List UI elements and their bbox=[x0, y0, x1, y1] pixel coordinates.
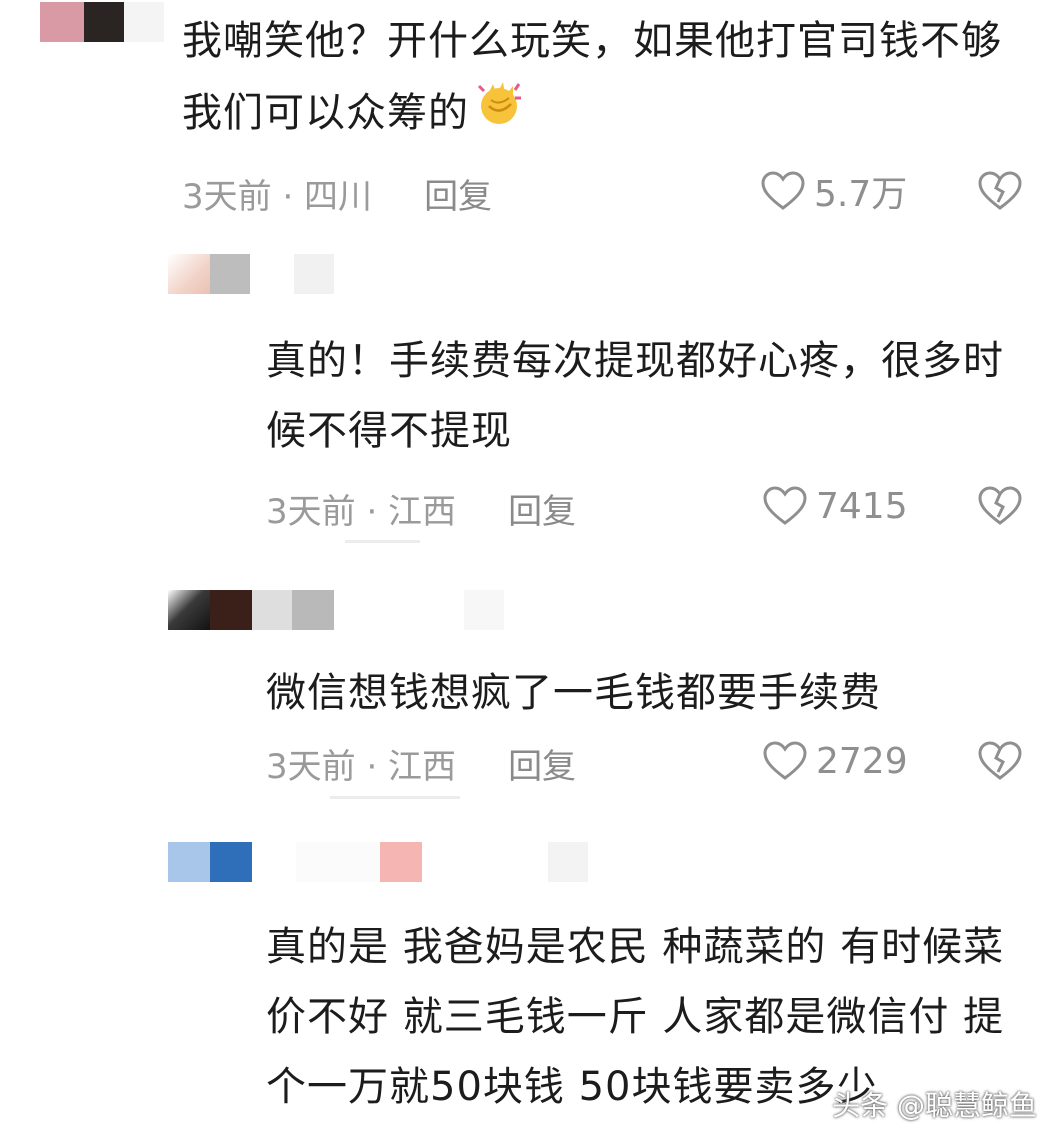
time-location: 3天前 · 四川 bbox=[182, 176, 373, 217]
reply-button[interactable]: 回复 bbox=[508, 484, 576, 533]
username-mosaic bbox=[168, 842, 588, 882]
like-button[interactable]: 2729 bbox=[762, 736, 908, 786]
comment-text: 微信想钱想疯了一毛钱都要手续费 bbox=[266, 670, 881, 716]
broken-heart-icon bbox=[978, 486, 1022, 525]
dislike-button[interactable] bbox=[975, 481, 1025, 531]
comment-text: 真的！手续费每次提现都好心疼，很多时候不得不提现 bbox=[266, 338, 1004, 454]
username-mosaic bbox=[168, 590, 504, 630]
comment-meta: 3天前 · 江西 回复 bbox=[266, 738, 576, 788]
time-location: 3天前 · 江西 bbox=[266, 746, 457, 787]
comment-text: 我嘲笑他？开什么玩笑，如果他打官司钱不够我们可以众筹的 bbox=[182, 6, 1022, 154]
dislike-button[interactable] bbox=[975, 736, 1025, 786]
watermark: 头条 @聪慧鲸鱼 bbox=[832, 1089, 1037, 1122]
heart-outline-icon bbox=[763, 486, 807, 525]
reply-button[interactable]: 回复 bbox=[508, 739, 576, 788]
like-button[interactable]: 5.7万 bbox=[760, 166, 907, 216]
time-location: 3天前 · 江西 bbox=[266, 491, 457, 532]
broken-heart-icon bbox=[978, 741, 1022, 780]
username-mosaic bbox=[168, 254, 334, 294]
like-count: 2729 bbox=[816, 740, 908, 782]
reply-button[interactable]: 回复 bbox=[424, 169, 492, 218]
comment-meta: 3天前 · 四川 回复 bbox=[182, 168, 492, 218]
like-count: 7415 bbox=[816, 485, 908, 527]
separator bbox=[330, 796, 460, 799]
like-button[interactable]: 7415 bbox=[762, 481, 908, 531]
username-mosaic bbox=[40, 2, 164, 42]
broken-heart-icon bbox=[978, 171, 1022, 210]
clapping-hands-icon bbox=[471, 76, 527, 154]
heart-outline-icon bbox=[763, 741, 807, 780]
separator bbox=[345, 540, 420, 543]
comment-meta: 3天前 · 江西 回复 bbox=[266, 483, 576, 533]
heart-outline-icon bbox=[761, 171, 805, 210]
dislike-button[interactable] bbox=[975, 166, 1025, 216]
like-count: 5.7万 bbox=[814, 174, 908, 215]
